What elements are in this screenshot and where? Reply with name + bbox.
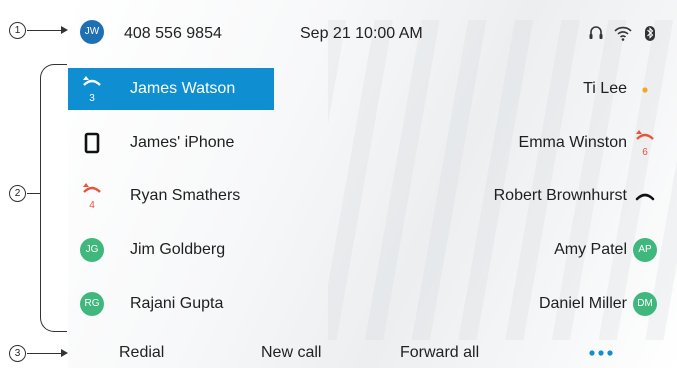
- speed-dial-1-label: Ti Lee: [583, 80, 627, 97]
- speed-dial-3-label: Robert Brownhurst: [493, 187, 627, 204]
- line-key-1-label: James Watson: [130, 80, 236, 97]
- line-key-3-label: Ryan Smathers: [130, 187, 241, 204]
- contact-avatar: AP: [633, 238, 657, 262]
- speed-dial-4[interactable]: Amy Patel AP: [368, 229, 677, 271]
- speed-dial-2[interactable]: Emma Winston 6: [368, 122, 677, 164]
- mobile-phone-icon: [84, 132, 100, 154]
- speed-dial-5[interactable]: Daniel Miller DM: [368, 283, 677, 325]
- callout-3-line: [27, 353, 61, 355]
- contact-avatar: RG: [80, 292, 104, 316]
- phone-number: 408 556 9854: [124, 25, 222, 42]
- line-key-1-badge: 3: [89, 93, 95, 104]
- line-key-3-badge: 4: [89, 200, 95, 211]
- callout-2: 2: [9, 185, 26, 202]
- softkey-bar: Redial New call Forward all: [68, 338, 677, 368]
- line-key-4-label: Jim Goldberg: [130, 241, 226, 258]
- speed-dial-3[interactable]: Robert Brownhurst: [368, 175, 677, 217]
- speed-dial-5-label: Daniel Miller: [538, 295, 627, 312]
- line-key-2[interactable]: James' iPhone: [68, 122, 274, 164]
- callout-1: 1: [9, 22, 26, 39]
- date-time: Sep 21 10:00 AM: [300, 25, 423, 42]
- callout-2-line: [27, 193, 41, 195]
- callout-3: 3: [9, 345, 26, 362]
- redial-softkey[interactable]: Redial: [119, 344, 164, 362]
- forward-all-softkey[interactable]: Forward all: [400, 344, 479, 362]
- callout-1-line: [27, 30, 61, 32]
- line-key-3[interactable]: 4 Ryan Smathers: [68, 175, 274, 217]
- contact-avatar: JG: [80, 238, 104, 262]
- callout-3-arrow: [61, 349, 68, 357]
- callout-2-bracket: [40, 64, 67, 332]
- speed-dial-2-badge: 6: [642, 147, 648, 158]
- line-key-5-label: Rajani Gupta: [130, 295, 224, 312]
- call-forward-icon: 6: [636, 130, 654, 158]
- user-avatar[interactable]: JW: [80, 20, 104, 44]
- new-call-softkey[interactable]: New call: [261, 344, 321, 362]
- more-dots-icon[interactable]: [588, 348, 614, 358]
- header-bar: JW 408 556 9854 Sep 21 10:00 AM: [68, 14, 677, 54]
- line-key-5[interactable]: RG Rajani Gupta: [68, 283, 274, 325]
- wifi-icon: [614, 26, 632, 41]
- line-key-1[interactable]: 3 James Watson: [68, 68, 274, 110]
- call-forward-icon: 4: [83, 183, 101, 211]
- presence-dot-icon: [642, 87, 648, 93]
- speed-dial-1[interactable]: Ti Lee: [368, 68, 677, 110]
- bluetooth-icon: [645, 26, 655, 41]
- line-key-2-label: James' iPhone: [130, 134, 235, 151]
- handset-icon: [635, 193, 655, 201]
- contact-avatar: DM: [633, 292, 657, 316]
- headset-icon: [589, 26, 603, 39]
- callout-1-arrow: [61, 26, 68, 34]
- line-key-4[interactable]: JG Jim Goldberg: [68, 229, 274, 271]
- phone-screen: JW 408 556 9854 Sep 21 10:00 AM 3 James …: [68, 0, 677, 368]
- speed-dial-2-label: Emma Winston: [518, 134, 627, 151]
- call-forward-icon: 3: [83, 76, 101, 104]
- speed-dial-4-label: Amy Patel: [554, 241, 627, 258]
